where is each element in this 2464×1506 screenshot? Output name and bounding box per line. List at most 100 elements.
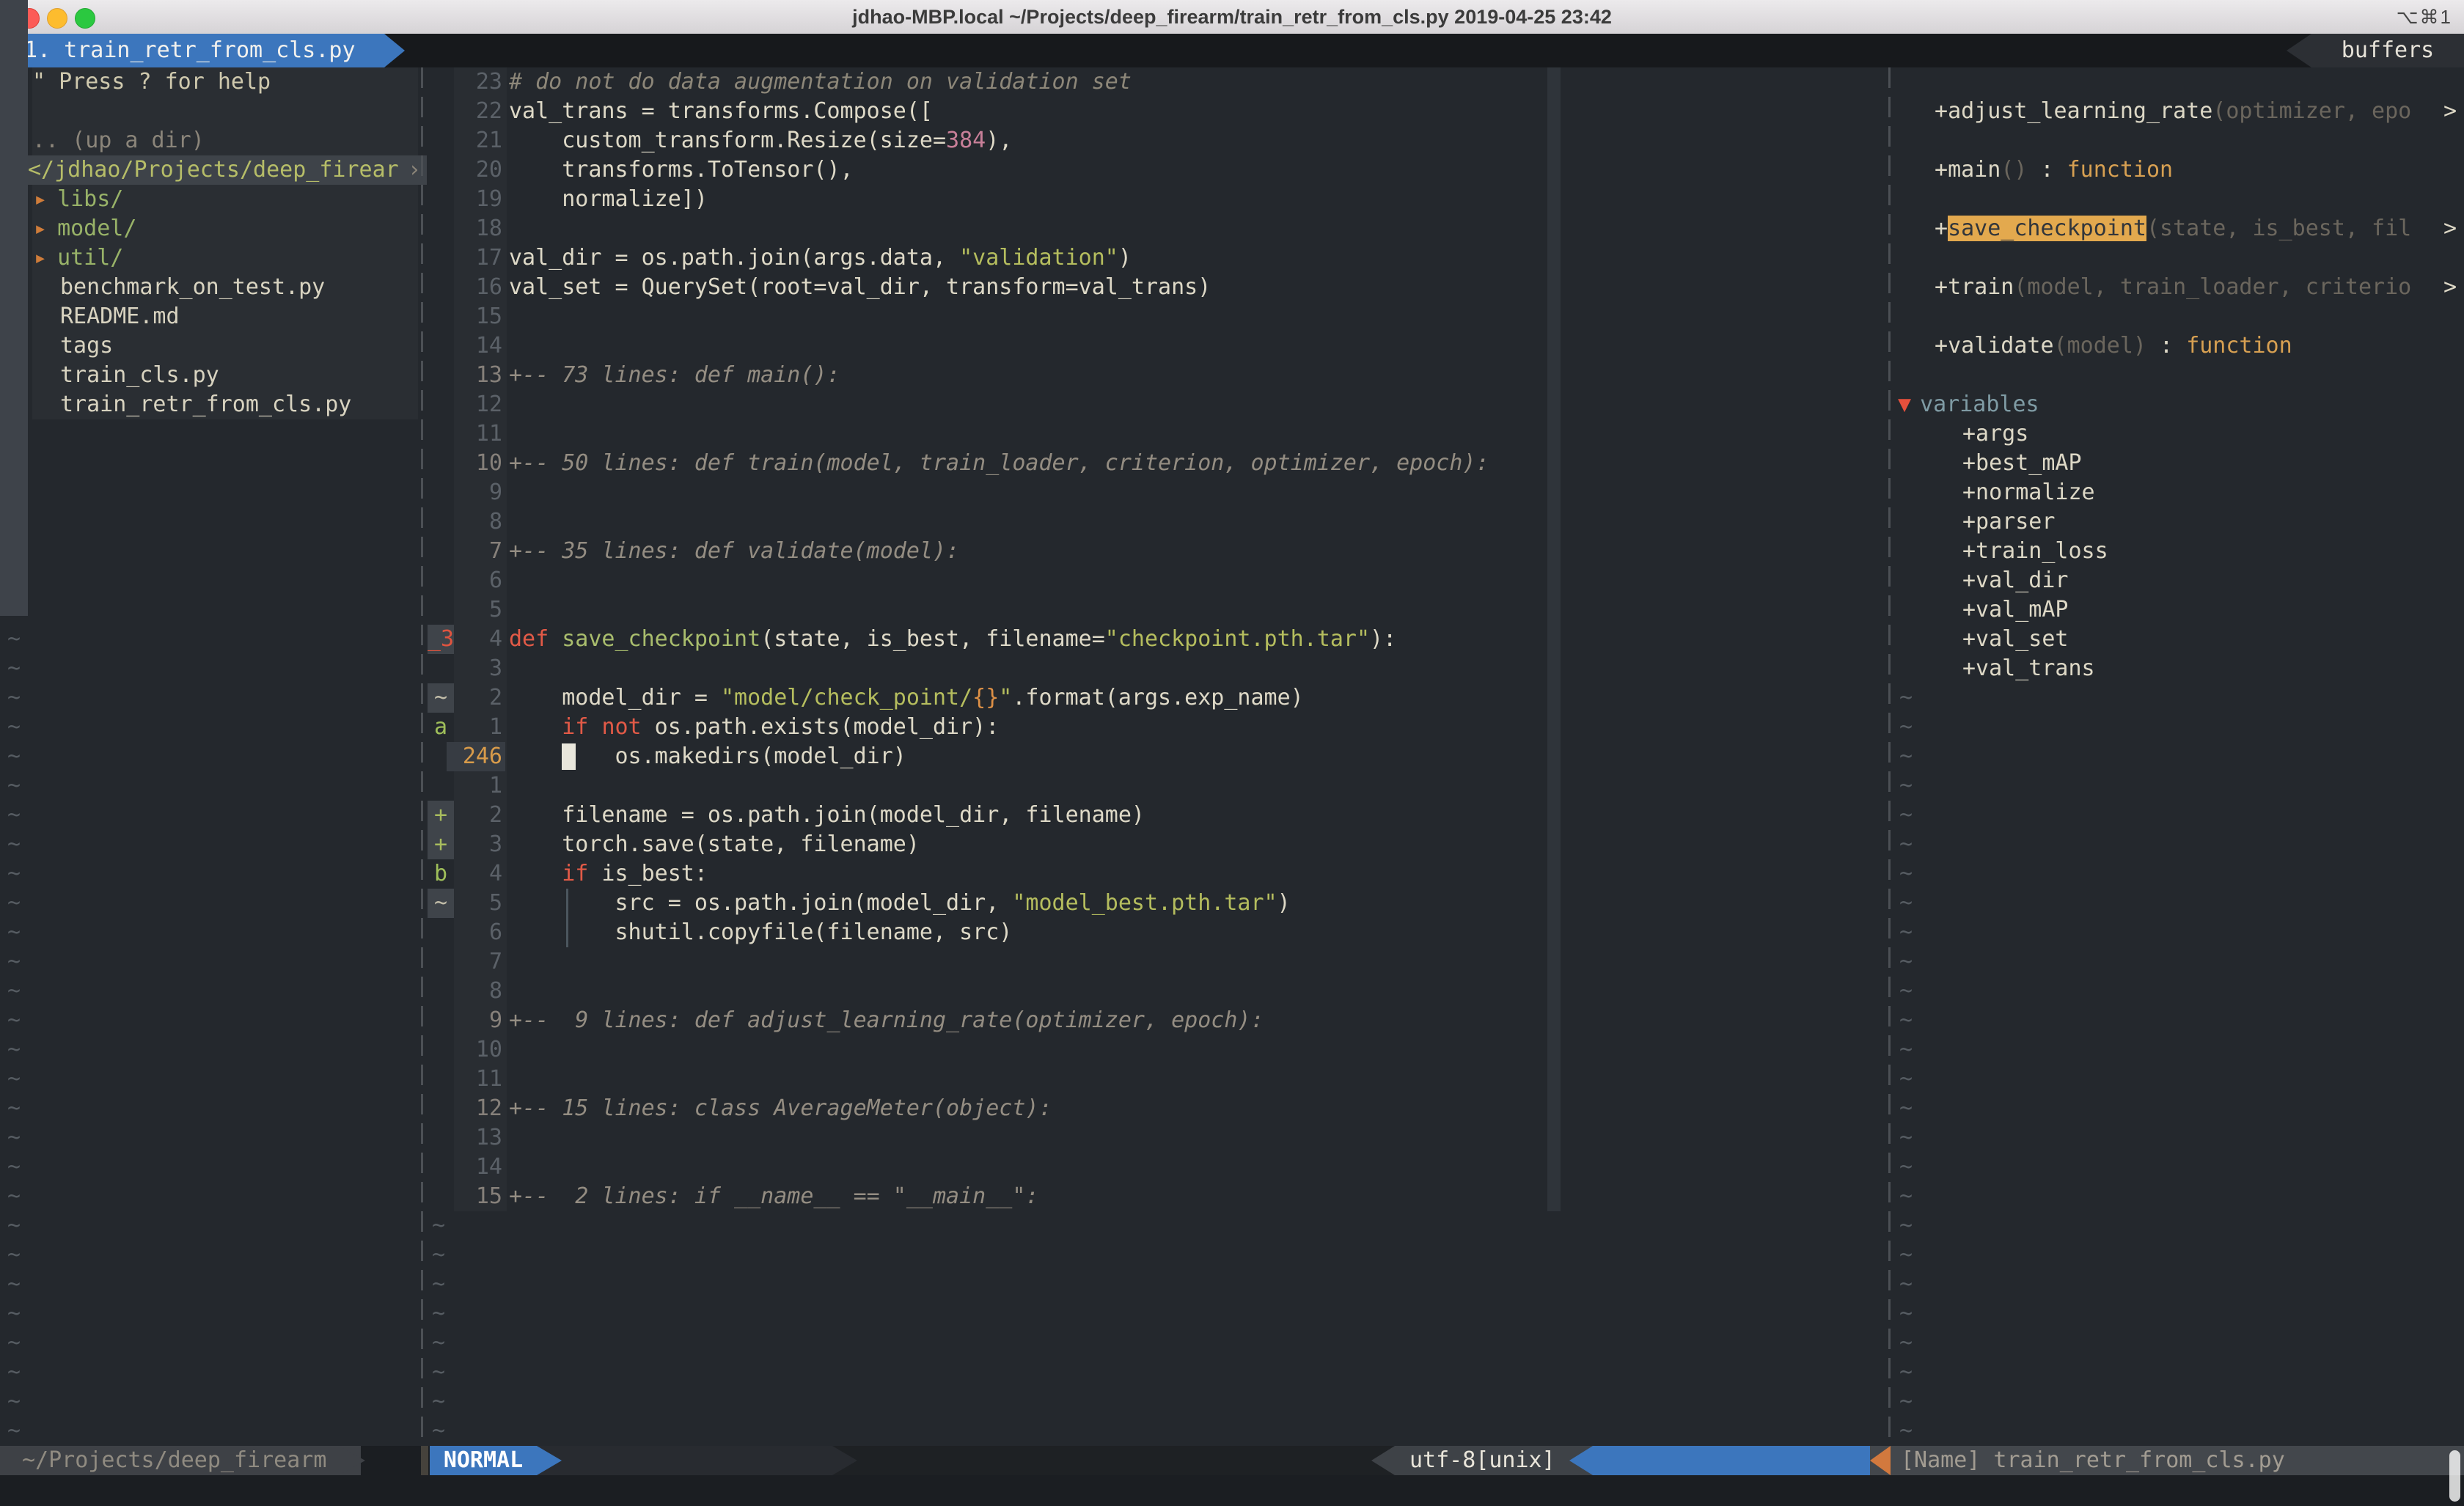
tree-item-blank: [0, 97, 427, 126]
code-line[interactable]: 9: [428, 478, 1883, 507]
tree-item-jdhao-projects-deep-firear[interactable]: </jdhao/Projects/deep_firear›: [0, 155, 427, 185]
code-line[interactable]: 13: [428, 1123, 1883, 1153]
code-line[interactable]: 22val_trans = transforms.Compose([: [428, 97, 1883, 126]
code-line[interactable]: 18: [428, 214, 1883, 243]
code-line[interactable]: 11: [428, 1065, 1883, 1094]
vertical-split-separator[interactable]: [1888, 67, 1891, 1446]
tag-save-checkpoint[interactable]: +save_checkpoint(state, is_best, fil>: [1896, 214, 2464, 243]
code-text: normalize]): [509, 185, 708, 214]
tree-item-train-cls-py[interactable]: train_cls.py: [0, 361, 427, 390]
code-line[interactable]: 1: [428, 771, 1883, 801]
tag-validate[interactable]: +validate(model) : function: [1896, 331, 2464, 361]
terminal-window: jdhao-MBP.local ~/Projects/deep_firearm/…: [0, 0, 2464, 1506]
tag-val-trans[interactable]: +val_trans: [1896, 654, 2464, 683]
indent-guide: [566, 918, 568, 947]
line-number: 20: [454, 155, 502, 185]
code-fold-line[interactable]: 12+-- 15 lines: class AverageMeter(objec…: [428, 1094, 1883, 1123]
line-number: 14: [454, 331, 502, 361]
code-line[interactable]: +2 filename = os.path.join(model_dir, fi…: [428, 801, 1883, 830]
code-line[interactable]: 5: [428, 595, 1883, 625]
code-fold-line[interactable]: 9+-- 9 lines: def adjust_learning_rate(o…: [428, 1006, 1883, 1035]
vertical-split-separator[interactable]: [421, 67, 423, 1446]
code-fold-line[interactable]: 7+-- 35 lines: def validate(model):: [428, 537, 1883, 566]
code-line[interactable]: b4 if is_best:: [428, 859, 1883, 889]
tree-item-train-retr-from-cls-py[interactable]: train_retr_from_cls.py: [0, 390, 427, 419]
filler-line: ~: [1896, 1329, 2464, 1358]
scrollbar-thumb[interactable]: [2449, 1450, 2460, 1502]
code-line[interactable]: 15: [428, 302, 1883, 331]
filler-line: ~: [0, 478, 427, 507]
tag-val-dir[interactable]: +val_dir: [1896, 566, 2464, 595]
tree-item-model[interactable]: ▸model/: [0, 214, 427, 243]
tagbar-window: +adjust_learning_rate(optimizer, epo> +ma…: [1896, 67, 2464, 1446]
filler-line: ~: [0, 654, 427, 683]
tag-blank: [1896, 185, 2464, 214]
tilde-marker: ~: [0, 1213, 21, 1238]
code-line[interactable]: 8: [428, 507, 1883, 537]
code-fold-line[interactable]: 15+-- 2 lines: if __name__ == "__main__"…: [428, 1182, 1883, 1211]
tilde-marker: ~: [0, 1154, 21, 1180]
tag-args[interactable]: +args: [1896, 419, 2464, 449]
code-line[interactable]: ~2 model_dir = "model/check_point/{}".fo…: [428, 683, 1883, 713]
tilde-marker: ~: [1896, 1213, 1913, 1238]
tilde-marker: ~: [0, 1242, 21, 1268]
filler-line: ~: [0, 1006, 427, 1035]
tag-parser[interactable]: +parser: [1896, 507, 2464, 537]
tilde-marker: ~: [0, 685, 21, 710]
code-line[interactable]: 20 transforms.ToTensor(),: [428, 155, 1883, 185]
statusline-split-mark: [421, 1446, 428, 1475]
tag-section-variables[interactable]: ▼variables: [1896, 390, 2464, 419]
tag-val-set[interactable]: +val_set: [1896, 625, 2464, 654]
tree-item-up-a-dir[interactable]: .. (up a dir): [0, 126, 427, 155]
tree-item-util[interactable]: ▸util/: [0, 243, 427, 273]
code-line[interactable]: 12: [428, 390, 1883, 419]
tag-blank: [1896, 302, 2464, 331]
code-line[interactable]: 14: [428, 331, 1883, 361]
code-line[interactable]: a1 if not os.path.exists(model_dir):: [428, 713, 1883, 742]
code-fold-line[interactable]: 13+-- 73 lines: def main():: [428, 361, 1883, 390]
code-line[interactable]: 23# do not do data augmentation on valid…: [428, 67, 1883, 97]
tree-item-benchmark-on-test-py[interactable]: benchmark_on_test.py: [0, 273, 427, 302]
code-line[interactable]: 10: [428, 1035, 1883, 1065]
tilde-marker: ~: [0, 1066, 21, 1092]
filler-line: ~: [0, 1094, 427, 1123]
code-text: val_set = QuerySet(root=val_dir, transfo…: [509, 273, 1211, 302]
code-line[interactable]: 17val_dir = os.path.join(args.data, "val…: [428, 243, 1883, 273]
code-line[interactable]: 6: [428, 566, 1883, 595]
code-line[interactable]: 8: [428, 977, 1883, 1006]
code-line[interactable]: 7: [428, 947, 1883, 977]
code-line[interactable]: 11: [428, 419, 1883, 449]
code-line[interactable]: 16val_set = QuerySet(root=val_dir, trans…: [428, 273, 1883, 302]
code-line[interactable]: 19 normalize]): [428, 185, 1883, 214]
tag-train-loss[interactable]: +train_loss: [1896, 537, 2464, 566]
tree-item-libs[interactable]: ▸libs/: [0, 185, 427, 214]
tag-train[interactable]: +train(model, train_loader, criterio>: [1896, 273, 2464, 302]
code-line[interactable]: 14: [428, 1153, 1883, 1182]
tag-blank: [1896, 126, 2464, 155]
tree-item-readme-md[interactable]: README.md: [0, 302, 427, 331]
tree-item-tags[interactable]: tags: [0, 331, 427, 361]
tag-val-map[interactable]: +val_mAP: [1896, 595, 2464, 625]
line-number: 3: [454, 654, 502, 683]
code-line[interactable]: 3: [428, 654, 1883, 683]
code-line[interactable]: +3 torch.save(state, filename): [428, 830, 1883, 859]
tag-normalize[interactable]: +normalize: [1896, 478, 2464, 507]
code-line[interactable]: ~5 src = os.path.join(model_dir, "model_…: [428, 889, 1883, 918]
code-fold-line[interactable]: 10+-- 50 lines: def train(model, train_l…: [428, 449, 1883, 478]
tag-main[interactable]: +main() : function: [1896, 155, 2464, 185]
tab-train-retr-from-cls[interactable]: 1. train_retr_from_cls.py: [7, 34, 384, 67]
filler-line: ~: [0, 1241, 427, 1270]
code-line[interactable]: _34def save_checkpoint(state, is_best, f…: [428, 625, 1883, 654]
tilde-marker: ~: [0, 1330, 21, 1356]
code-text: val_trans = transforms.Compose([: [509, 97, 933, 126]
code-line[interactable]: 6 shutil.copyfile(filename, src): [428, 918, 1883, 947]
code-line[interactable]: 246 os.makedirs(model_dir): [428, 742, 1883, 771]
tag-adjust-learning-rate[interactable]: +adjust_learning_rate(optimizer, epo>: [1896, 97, 2464, 126]
filler-line: ~: [428, 1241, 1883, 1270]
tilde-marker: ~: [1896, 743, 1913, 769]
tag-best-map[interactable]: +best_mAP: [1896, 449, 2464, 478]
line-number: 11: [454, 1065, 502, 1094]
gutter-sign: +: [428, 830, 454, 859]
truncation-icon: >: [2443, 214, 2457, 243]
code-line[interactable]: 21 custom_transform.Resize(size=384),: [428, 126, 1883, 155]
